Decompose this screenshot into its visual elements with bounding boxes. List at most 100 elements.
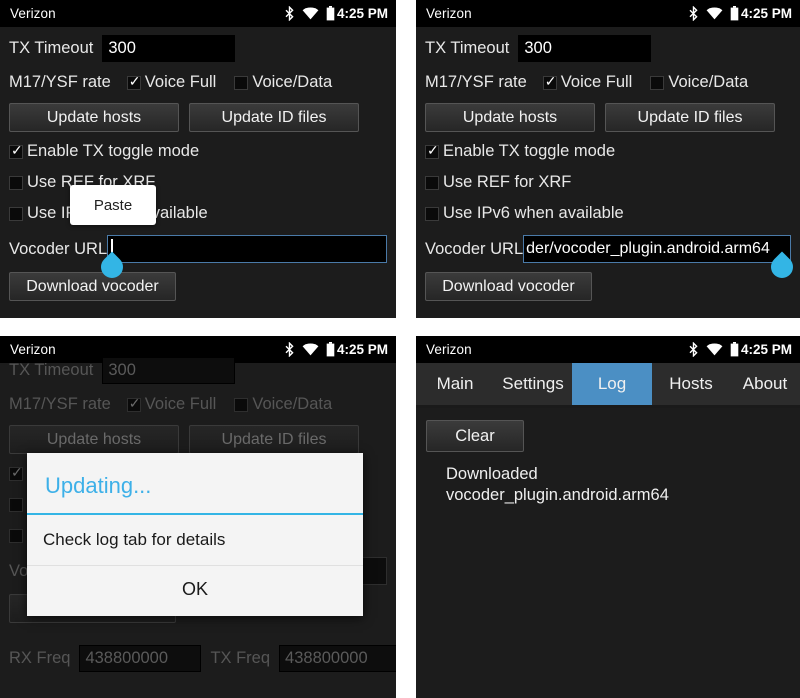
battery-icon [730,342,739,357]
system-icons [284,6,335,21]
checkbox-icon [425,142,439,159]
use-ref-label: Use REF for XRF [443,173,572,191]
clear-button[interactable]: Clear [426,420,524,452]
update-id-files-button[interactable]: Update ID files [189,103,359,132]
use-ipv6-checkbox[interactable]: Use IPv6 when available [9,204,387,223]
checkbox-icon [9,175,23,190]
updating-dialog: Updating... Check log tab for details OK [27,453,363,616]
panel-settings-paste: Verizon 4:25 PM TX Timeout 300 M17/YSF r… [0,0,396,318]
wifi-icon [706,7,723,20]
tx-freq-input[interactable]: 438800000 [279,645,396,672]
m17-ysf-rate-label: M17/YSF rate [9,73,111,91]
m17-ysf-rate-label: M17/YSF rate [425,73,527,91]
m17-ysf-rate-row: M17/YSF rate Voice Full Voice/Data [9,73,387,92]
tab-log[interactable]: Log [572,363,652,405]
update-buttons-row: Update hosts Update ID files [425,103,791,132]
tx-toggle-label: Enable TX toggle mode [443,142,616,160]
voice-full-checkbox[interactable]: Voice Full [542,73,633,92]
checkbox-icon [425,175,439,190]
m17-ysf-rate-row: M17/YSF rate Voice Full Voice/Data [425,73,791,92]
tab-hosts[interactable]: Hosts [652,363,730,405]
tx-timeout-input[interactable]: 300 [518,35,652,62]
wifi-icon [302,343,319,356]
checkbox-icon [9,464,23,481]
download-vocoder-button[interactable]: Download vocoder [9,272,176,301]
bluetooth-icon [688,342,699,357]
tx-timeout-input[interactable]: 300 [102,357,236,384]
checkbox-icon [425,206,439,221]
tab-bar: Main Settings Log Hosts About [416,363,800,405]
tab-about[interactable]: About [730,363,800,405]
voice-full-checkbox[interactable]: Voice Full [126,395,217,414]
voice-data-label: Voice/Data [252,395,333,413]
voice-full-checkbox[interactable]: Voice Full [126,73,216,92]
panel-log-tab: Verizon 4:25 PM Main Settings Log Hosts … [416,336,800,698]
system-icons [688,6,739,21]
update-id-files-button[interactable]: Update ID files [605,103,775,132]
bluetooth-icon [284,342,295,357]
carrier-label: Verizon [426,6,472,21]
use-ref-checkbox[interactable]: Use REF for XRF [9,173,387,192]
tx-timeout-label: TX Timeout [9,361,94,379]
tx-freq-label: TX Freq [210,649,271,667]
voice-data-label: Voice/Data [668,73,749,91]
vocoder-url-value: der/vocoder_plugin.android.arm64 [526,240,770,257]
m17-ysf-rate-label: M17/YSF rate [9,395,111,413]
settings-form: TX Timeout 300 M17/YSF rate Voice Full V… [0,27,396,301]
vocoder-url-input[interactable] [107,235,387,263]
vocoder-url-label: Vocoder URL [425,239,524,258]
checkbox-icon [126,395,141,412]
voice-full-label: Voice Full [144,395,217,413]
carrier-label: Verizon [10,342,56,357]
dialog-ok-button[interactable]: OK [27,566,363,616]
battery-icon [326,6,335,21]
log-body: Clear Downloaded vocoder_plugin.android.… [416,408,800,506]
vocoder-url-row: Vocoder URL [9,235,387,263]
voice-data-checkbox[interactable]: Voice/Data [234,395,332,414]
download-vocoder-button[interactable]: Download vocoder [425,272,592,301]
status-bar: Verizon 4:25 PM [0,0,396,27]
update-hosts-button[interactable]: Update hosts [9,103,179,132]
tab-main[interactable]: Main [416,363,494,405]
dialog-message: Check log tab for details [27,515,363,566]
log-entry: Downloaded vocoder_plugin.android.arm64 [446,465,669,504]
update-hosts-button[interactable]: Update hosts [9,425,179,454]
tab-settings[interactable]: Settings [494,363,572,405]
vocoder-url-row: Vocoder URL der/vocoder_plugin.android.a… [425,235,791,263]
checkbox-icon [234,397,249,412]
system-icons [284,342,335,357]
checkbox-icon [9,497,23,512]
tx-toggle-label: Enable TX toggle mode [27,142,200,160]
freq-row: RX Freq 438800000 TX Freq 438800000 [9,645,396,672]
wifi-icon [302,7,319,20]
checkbox-icon [9,528,23,543]
voice-data-checkbox[interactable]: Voice/Data [234,73,332,92]
checkbox-icon [650,75,665,90]
voice-data-checkbox[interactable]: Voice/Data [650,73,748,92]
clock-label: 4:25 PM [336,342,388,357]
rx-freq-label: RX Freq [9,649,71,667]
tx-toggle-checkbox[interactable]: Enable TX toggle mode [9,142,387,161]
tx-timeout-input[interactable]: 300 [102,35,236,62]
vocoder-url-label: Vocoder URL [9,239,108,258]
update-id-files-button[interactable]: Update ID files [189,425,359,454]
battery-icon [730,6,739,21]
use-ref-checkbox[interactable]: Use REF for XRF [425,173,791,192]
voice-full-label: Voice Full [560,73,633,91]
panel-updating-dialog: Verizon 4:25 PM TX Timeout 300 M17/YSF r… [0,336,396,698]
tx-toggle-checkbox[interactable]: Enable TX toggle mode [425,142,791,161]
voice-data-label: Voice/Data [252,73,333,91]
update-hosts-button[interactable]: Update hosts [425,103,595,132]
carrier-label: Verizon [10,6,56,21]
paste-bubble[interactable]: Paste [70,185,156,225]
tx-timeout-label: TX Timeout [425,39,510,57]
checkbox-icon [126,73,141,90]
vocoder-url-input[interactable]: der/vocoder_plugin.android.arm64 [523,235,791,263]
bluetooth-icon [284,6,295,21]
update-buttons-row: Update hosts Update ID files [9,103,387,132]
tx-timeout-label: TX Timeout [9,39,94,57]
clock-label: 4:25 PM [740,342,792,357]
rx-freq-input[interactable]: 438800000 [79,645,202,672]
use-ipv6-checkbox[interactable]: Use IPv6 when available [425,204,791,223]
screenshot-grid: Verizon 4:25 PM TX Timeout 300 M17/YSF r… [0,0,800,698]
